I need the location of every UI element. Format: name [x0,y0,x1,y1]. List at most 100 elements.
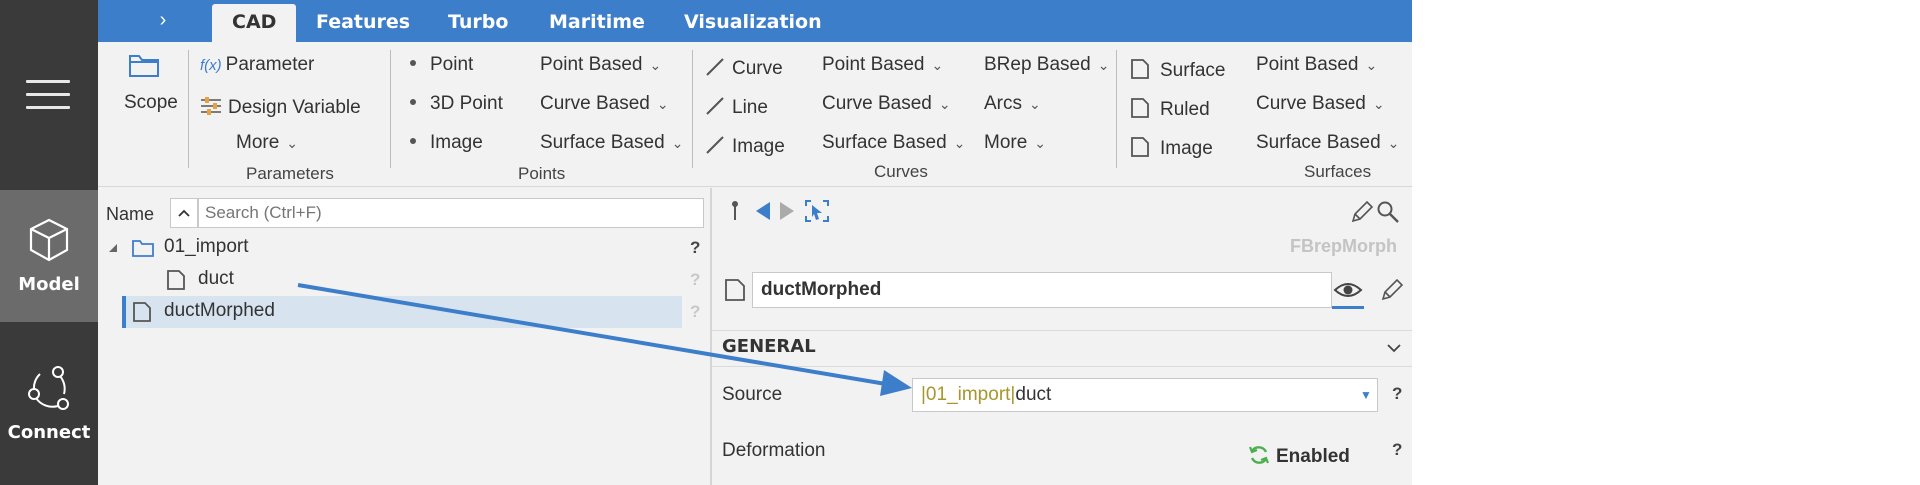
sidebar: Model Connect [0,0,98,485]
divider [390,50,391,168]
ribbon-tabbar: › CAD Features Turbo Maritime Visualizat… [98,0,1412,42]
curves-arcs-dropdown[interactable]: Arcs ⌄ [984,93,1041,115]
pencil-icon[interactable] [1380,278,1404,302]
design-variable-button[interactable]: Design Variable [200,93,361,119]
image-label: Image [732,136,785,157]
points-surface-based-dropdown[interactable]: Surface Based ⌄ [540,132,683,154]
parameters-more-dropdown[interactable]: More ⌄ [236,132,298,154]
chevron-down-icon: ⌄ [953,135,966,151]
point-icon [410,137,416,144]
curves-more-dropdown[interactable]: More ⌄ [984,132,1046,154]
chevron-down-icon: ⌄ [286,135,299,151]
status-unknown-icon: ? [690,302,701,321]
object-name-field[interactable]: ductMorphed [752,272,1332,308]
more-label: More [236,132,280,153]
curve-icon [706,58,724,76]
scope-label: Scope [124,92,178,113]
folder-icon [129,55,159,77]
collapse-triangle-icon[interactable] [108,243,118,253]
menu-icon[interactable] [26,80,70,110]
ruled-button[interactable]: Ruled [1130,93,1210,121]
source-select[interactable]: |01_import|duct [912,378,1378,412]
expand-chevron-icon[interactable]: › [148,6,178,34]
points-point-based-dropdown[interactable]: Point Based ⌄ [540,54,661,76]
line-button[interactable]: Line [704,93,768,119]
surfaces-point-based-dropdown[interactable]: Point Based ⌄ [1256,54,1377,76]
tab-maritime[interactable]: Maritime [529,4,665,42]
tab-cad[interactable]: CAD [212,4,297,42]
eye-icon[interactable] [1332,272,1364,308]
tree-row-selected[interactable]: ductMorphed ? [98,296,710,328]
surfaces-surface-based-dropdown[interactable]: Surface Based ⌄ [1256,132,1399,154]
dropdown-arrow-icon[interactable]: ▼ [1356,382,1376,408]
divider [1116,50,1117,168]
arcs-label: Arcs [984,93,1022,114]
chevron-down-icon: ⌄ [1365,57,1378,73]
help-icon[interactable]: ? [1392,440,1402,460]
deformation-value: Enabled [1276,446,1350,467]
pin-icon[interactable] [728,200,742,224]
curves-brep-based-dropdown[interactable]: BRep Based ⌄ [984,54,1109,76]
curves-point-based-dropdown[interactable]: Point Based ⌄ [822,54,943,76]
sidebar-item-model[interactable]: Model [0,190,98,322]
deformation-toggle[interactable]: Enabled [1248,440,1350,468]
tab-features[interactable]: Features [296,4,430,42]
sliders-icon [201,97,221,115]
surface-image-button[interactable]: Image [1130,132,1213,160]
ruled-label: Ruled [1160,99,1210,120]
chevron-up-icon [178,209,190,217]
curve-image-button[interactable]: Image [704,132,785,158]
back-icon[interactable] [752,200,772,222]
tree-row[interactable]: 01_import ? [98,232,710,264]
chevron-down-icon: ⌄ [656,96,669,112]
pencil-icon[interactable] [1350,200,1374,224]
curve-label: Curve [732,58,783,79]
tree-row[interactable]: duct ? [98,264,710,296]
3d-point-label: 3D Point [430,93,503,114]
points-curve-based-dropdown[interactable]: Curve Based ⌄ [540,93,669,115]
parameter-button[interactable]: f(x) Parameter [200,54,314,76]
point-icon [410,59,416,66]
group-label-points: Points [518,164,566,183]
tab-visualization[interactable]: Visualization [664,4,842,42]
point-based-label: Point Based [1256,54,1359,75]
cube-icon [29,218,69,262]
tree-search-input[interactable] [198,198,704,228]
fx-icon: f(x) [200,57,222,74]
curves-curve-based-dropdown[interactable]: Curve Based ⌄ [822,93,951,115]
folder-icon [132,240,154,257]
curves-surface-based-dropdown[interactable]: Surface Based ⌄ [822,132,965,154]
line-label: Line [732,97,768,118]
ruled-surface-icon [1131,98,1149,118]
select-target-icon[interactable] [804,199,830,223]
divider [188,50,189,168]
sort-button[interactable] [170,198,198,228]
help-icon[interactable]: ? [1392,384,1402,404]
surface-based-label: Surface Based [540,132,665,153]
point-button[interactable]: Point [410,54,473,76]
group-label-surfaces: Surfaces [1304,162,1372,181]
surface-icon [1131,59,1149,79]
curve-button[interactable]: Curve [704,54,783,80]
section-general-title[interactable]: GENERAL [722,336,816,357]
chevron-down-icon[interactable] [1386,342,1402,354]
point-image-button[interactable]: Image [410,132,483,154]
properties-panel: FBrepMorph ductMorphed GENERAL Source |0… [712,188,1412,485]
tab-turbo[interactable]: Turbo [428,4,528,42]
app-window: Model Connect › CAD Features Turbo Marit… [0,0,1412,485]
surface-button[interactable]: Surface [1130,54,1225,82]
search-icon[interactable] [1376,200,1400,224]
sidebar-item-connect[interactable]: Connect [0,354,98,485]
chevron-down-icon: ⌄ [649,57,662,73]
tree-column-name: Name [106,204,155,224]
surface-icon [725,279,745,301]
image-label: Image [1160,138,1213,159]
surfaces-curve-based-dropdown[interactable]: Curve Based ⌄ [1256,93,1385,115]
source-label: Source [722,384,783,405]
3d-point-button[interactable]: 3D Point [410,93,503,115]
forward-icon[interactable] [778,200,798,222]
object-tree-panel: Name 01_import ? duct ? ductMorphed ? [98,188,710,485]
image-surface-icon [1131,137,1149,157]
visibility-active-indicator [1332,306,1364,309]
parameter-label: Parameter [225,54,315,75]
